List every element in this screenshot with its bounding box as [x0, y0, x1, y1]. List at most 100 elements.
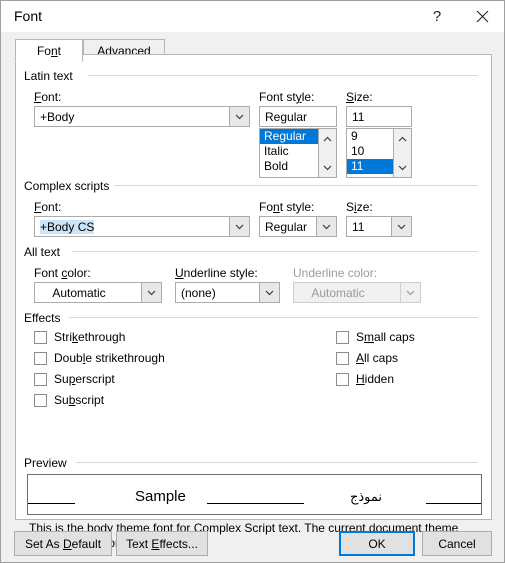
- checkbox-label: Double strikethrough: [54, 351, 165, 365]
- latin-font-style-list[interactable]: Regular Italic Bold: [259, 128, 337, 178]
- checkbox-label: Strikethrough: [54, 330, 126, 344]
- chevron-down-icon: [322, 224, 331, 229]
- preview-sample-latin: Sample: [135, 488, 186, 505]
- latin-size-label: Size:: [346, 90, 373, 104]
- chevron-up-icon: [398, 136, 407, 141]
- checkbox-box-icon[interactable]: [34, 330, 47, 344]
- underline-style-combo[interactable]: (none): [175, 282, 280, 303]
- preview-sample-complex: نموذج: [350, 490, 383, 505]
- chevron-down-icon: [406, 290, 415, 295]
- chevron-down-icon: [235, 114, 244, 119]
- group-divider-latin-text: [88, 75, 478, 76]
- checkbox-strikethrough[interactable]: Strikethrough: [34, 330, 125, 344]
- scroll-down-button[interactable]: [394, 160, 411, 175]
- cancel-button-label: Cancel: [438, 536, 476, 551]
- preview-box: Sample نموذج: [27, 474, 482, 515]
- complex-font-style-combo[interactable]: Regular: [259, 216, 337, 237]
- scroll-up-button[interactable]: [319, 131, 336, 146]
- help-button[interactable]: ?: [415, 1, 459, 31]
- chevron-down-icon: [323, 165, 332, 170]
- tab-font[interactable]: Font: [15, 39, 83, 62]
- latin-font-style-input[interactable]: Regular: [259, 106, 337, 127]
- checkbox-label: Hidden: [356, 372, 395, 386]
- complex-size-label: Size:: [346, 200, 373, 214]
- complex-font-selected-text: +Body CS: [40, 219, 95, 234]
- group-divider-effects: [69, 317, 478, 318]
- font-color-value: Automatic: [52, 285, 106, 300]
- text-effects-label: Text Effects...: [126, 536, 198, 551]
- tab-font-label: Font: [36, 43, 62, 58]
- latin-font-combo[interactable]: +Body: [34, 106, 250, 127]
- checkbox-box-icon[interactable]: [336, 330, 349, 344]
- chevron-down-icon: [147, 290, 156, 295]
- close-icon: [476, 10, 488, 22]
- text-effects-button[interactable]: Text Effects...: [116, 531, 208, 556]
- complex-font-combo[interactable]: +Body CS: [34, 216, 250, 237]
- list-item[interactable]: Italic: [260, 144, 318, 159]
- title-bar: Font ?: [1, 1, 504, 32]
- checkbox-box-icon[interactable]: [34, 351, 47, 365]
- preview-rule-left: [28, 503, 75, 504]
- underline-style-label: Underline style:: [175, 266, 258, 280]
- checkbox-box-icon[interactable]: [336, 372, 349, 386]
- cancel-button[interactable]: Cancel: [422, 531, 492, 556]
- latin-size-list-items: 9 10 11: [347, 129, 393, 177]
- complex-font-label: Font:: [34, 200, 62, 214]
- scroll-up-button[interactable]: [394, 131, 411, 146]
- group-label-preview: Preview: [24, 456, 72, 470]
- chevron-down-icon: [397, 224, 406, 229]
- group-divider-all-text: [72, 251, 478, 252]
- group-label-all-text: All text: [24, 245, 66, 259]
- list-item[interactable]: 9: [347, 129, 393, 144]
- checkbox-label: All caps: [356, 351, 399, 365]
- checkbox-small-caps[interactable]: Small caps: [336, 330, 415, 344]
- close-button[interactable]: [460, 1, 504, 31]
- underline-style-dropdown-button[interactable]: [259, 283, 279, 302]
- font-dialog: Font ? Font Advanced Latin text Font: +B…: [0, 0, 505, 563]
- complex-size-dropdown-button[interactable]: [391, 217, 411, 236]
- scroll-down-button[interactable]: [319, 160, 336, 175]
- dialog-title: Font: [14, 8, 43, 24]
- group-label-complex-scripts: Complex scripts: [24, 179, 115, 193]
- complex-size-combo[interactable]: 11: [346, 216, 412, 237]
- chevron-down-icon: [398, 165, 407, 170]
- list-item[interactable]: Regular: [260, 129, 318, 144]
- checkbox-subscript[interactable]: Subscript: [34, 393, 104, 407]
- checkbox-superscript[interactable]: Superscript: [34, 372, 115, 386]
- complex-font-style-label: Font style:: [259, 200, 315, 214]
- checkbox-box-icon[interactable]: [34, 372, 47, 386]
- latin-size-scrollbar[interactable]: [393, 129, 411, 177]
- list-item[interactable]: 10: [347, 144, 393, 159]
- latin-size-input[interactable]: 11: [346, 106, 412, 127]
- latin-font-dropdown-button[interactable]: [229, 107, 249, 126]
- complex-font-style-dropdown-button[interactable]: [316, 217, 336, 236]
- ok-button-label: OK: [368, 536, 386, 551]
- latin-font-style-list-items: Regular Italic Bold: [260, 129, 318, 177]
- complex-font-dropdown-button[interactable]: [229, 217, 249, 236]
- latin-font-style-scrollbar[interactable]: [318, 129, 336, 177]
- set-as-default-label: Set As Default: [24, 536, 102, 551]
- checkbox-label: Small caps: [356, 330, 415, 344]
- checkbox-label: Superscript: [54, 372, 115, 386]
- font-color-combo[interactable]: Automatic: [34, 282, 162, 303]
- checkbox-hidden[interactable]: Hidden: [336, 372, 394, 386]
- font-color-label: Font color:: [34, 266, 91, 280]
- set-as-default-button[interactable]: Set As Default: [14, 531, 112, 556]
- font-tab-panel: Latin text Font: +Body Font style: Regul…: [15, 54, 492, 550]
- underline-color-dropdown-button: [400, 283, 420, 302]
- preview-rule-right: [426, 503, 481, 504]
- complex-font-value: +Body CS: [35, 217, 229, 236]
- font-color-dropdown-button[interactable]: [141, 283, 161, 302]
- checkbox-box-icon[interactable]: [34, 393, 47, 407]
- preview-rule-middle: [207, 503, 304, 504]
- chevron-up-icon: [323, 136, 332, 141]
- checkbox-all-caps[interactable]: All caps: [336, 351, 398, 365]
- underline-color-label: Underline color:: [293, 266, 378, 280]
- checkbox-box-icon[interactable]: [336, 351, 349, 365]
- checkbox-double-strikethrough[interactable]: Double strikethrough: [34, 351, 165, 365]
- list-item[interactable]: 11: [347, 159, 393, 174]
- question-mark-icon: ?: [432, 7, 442, 25]
- latin-size-list[interactable]: 9 10 11: [346, 128, 412, 178]
- list-item[interactable]: Bold: [260, 159, 318, 174]
- ok-button[interactable]: OK: [339, 531, 415, 556]
